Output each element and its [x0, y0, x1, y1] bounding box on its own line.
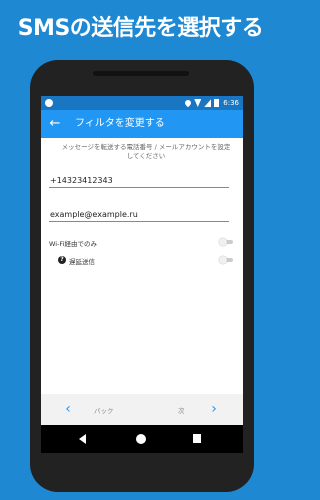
- wifi-only-setting: Wi-Fi経由でのみ: [49, 235, 235, 251]
- wizard-navigation: ‹ バック 次 ›: [41, 394, 243, 425]
- status-icons: 6:36: [184, 98, 239, 108]
- delayed-send-toggle[interactable]: [219, 256, 233, 264]
- delayed-send-setting: ? 遅延送信: [49, 253, 235, 269]
- signal-icon: [204, 99, 212, 107]
- wifi-only-label: Wi-Fi経由でのみ: [49, 240, 98, 248]
- system-home-icon[interactable]: [136, 434, 146, 444]
- wifi-only-toggle[interactable]: [219, 238, 233, 246]
- app-notification-icon: [45, 99, 53, 107]
- system-back-icon[interactable]: [79, 434, 86, 444]
- status-time: 6:36: [223, 99, 239, 107]
- app-toolbar: ← フィルタを変更する: [41, 110, 243, 138]
- next-button[interactable]: 次: [178, 405, 185, 415]
- help-icon[interactable]: ?: [58, 256, 66, 264]
- email-field[interactable]: [49, 208, 229, 222]
- wifi-icon: [194, 99, 202, 107]
- status-bar: 6:36: [41, 96, 243, 110]
- battery-icon: [214, 99, 220, 107]
- back-arrow-icon[interactable]: ←: [47, 116, 63, 132]
- toggle-thumb: [219, 238, 227, 246]
- promo-headline: SMSの送信先を選択する: [17, 16, 264, 41]
- chevron-left-icon[interactable]: ‹: [61, 401, 75, 417]
- phone-screen: 6:36 ← フィルタを変更する メッセージを転送する電話番号 / メールアカウ…: [41, 96, 243, 425]
- chevron-right-icon[interactable]: ›: [207, 401, 221, 417]
- phone-number-field[interactable]: [49, 174, 229, 188]
- location-icon: [184, 98, 193, 108]
- page-title: フィルタを変更する: [75, 118, 165, 129]
- delayed-send-label: 遅延送信: [69, 258, 95, 266]
- system-recents-icon[interactable]: [193, 434, 201, 443]
- system-navigation-bar: [41, 425, 243, 453]
- back-button[interactable]: バック: [94, 405, 114, 415]
- form-description: メッセージを転送する電話番号 / メールアカウントを設定してください: [61, 143, 231, 160]
- toggle-thumb: [219, 256, 227, 264]
- phone-speaker: [93, 71, 189, 76]
